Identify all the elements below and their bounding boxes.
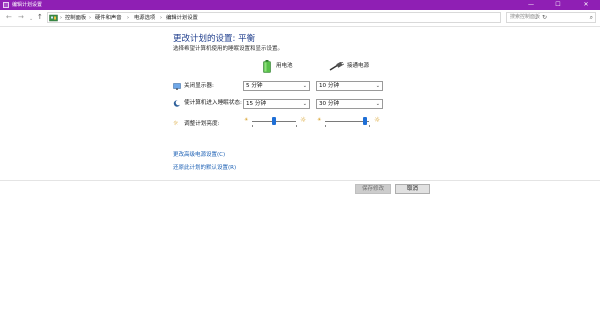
column-on-battery: 用电池 (276, 63, 293, 69)
battery-icon (263, 60, 271, 73)
save-changes-button[interactable]: 保存修改 (355, 184, 391, 194)
sleep-battery-select[interactable]: 15 分钟 ⌄ (243, 99, 310, 109)
search-input[interactable]: 搜索控制面板 ⌕ (506, 12, 596, 23)
chevron-down-icon: ⌄ (375, 101, 380, 107)
breadcrumb-separator: › (60, 15, 62, 21)
breadcrumb-hardware-sound[interactable]: 硬件和声音 (95, 14, 122, 22)
recent-locations-icon[interactable]: ⌄ (29, 15, 33, 24)
slider-tick (369, 125, 370, 127)
power-plug-icon (329, 62, 344, 71)
display-off-plugged-select[interactable]: 10 分钟 ⌄ (316, 81, 383, 91)
restore-defaults-link[interactable]: 还原此计划的默认设置(R) (173, 164, 236, 172)
chevron-down-icon: ⌄ (302, 83, 307, 89)
search-placeholder: 搜索控制面板 (510, 14, 541, 20)
minimize-button[interactable]: — (520, 0, 542, 10)
address-bar-row: ← → ⌄ ↑ › 控制面板 › 硬件和声音 › 电源选项 › 编辑计划设置 ⌄… (0, 10, 600, 27)
chevron-down-icon: ⌄ (375, 83, 380, 89)
search-icon[interactable]: ⌕ (590, 13, 593, 22)
page-subtitle: 选择希望计算机使用的睡眠设置和显示设置。 (173, 46, 284, 52)
slider-tick (296, 125, 297, 127)
bright-sun-icon: ☼ (374, 116, 381, 124)
column-plugged-in: 接通电源 (347, 63, 370, 69)
display-icon (173, 83, 181, 90)
slider-thumb[interactable] (272, 117, 276, 125)
close-button[interactable]: ✕ (575, 0, 597, 10)
breadcrumb-separator: › (160, 15, 162, 21)
page-title: 更改计划的设置: 平衡 (173, 34, 256, 44)
display-off-battery-select[interactable]: 5 分钟 ⌄ (243, 81, 310, 91)
forward-arrow-icon[interactable]: → (18, 13, 24, 22)
window-title: 编辑计划设置 (12, 2, 43, 8)
advanced-power-settings-link[interactable]: 更改高级电源设置(C) (173, 151, 225, 159)
display-off-plugged-value: 10 分钟 (319, 83, 340, 89)
sleep-battery-value: 15 分钟 (246, 101, 267, 107)
turn-off-display-label: 关闭显示器: (184, 83, 214, 89)
breadcrumb-separator: › (127, 15, 129, 21)
control-panel-icon (49, 14, 58, 22)
sleep-plugged-select[interactable]: 30 分钟 ⌄ (316, 99, 383, 109)
dim-sun-icon: ☀ (317, 117, 322, 123)
divider (0, 180, 600, 181)
maximize-button[interactable]: ☐ (547, 0, 569, 10)
breadcrumb-edit-plan[interactable]: 编辑计划设置 (166, 14, 198, 22)
chevron-down-icon: ⌄ (302, 101, 307, 107)
breadcrumb-control-panel[interactable]: 控制面板 (65, 14, 86, 22)
brightness-label: 调整计划亮度: (184, 121, 220, 127)
window-app-icon (3, 2, 9, 8)
bright-sun-icon: ☼ (300, 116, 307, 124)
sleep-label: 使计算机进入睡眠状态: (184, 100, 242, 106)
back-arrow-icon[interactable]: ← (6, 13, 12, 22)
breadcrumb-power-options[interactable]: 电源选项 (134, 14, 155, 22)
dim-sun-icon: ☀ (244, 117, 249, 123)
sleep-moon-icon (173, 100, 181, 107)
address-box[interactable]: › 控制面板 › 硬件和声音 › 电源选项 › 编辑计划设置 ⌄ ↻ (47, 12, 547, 23)
display-off-battery-value: 5 分钟 (246, 83, 263, 89)
up-arrow-icon[interactable]: ↑ (37, 13, 43, 22)
slider-thumb[interactable] (362, 117, 367, 125)
cancel-button[interactable]: 取消 (395, 184, 430, 194)
brightness-sun-icon: ☼ (173, 120, 179, 127)
slider-tick (252, 125, 253, 127)
slider-tick (325, 125, 326, 127)
breadcrumb-separator: › (89, 15, 91, 21)
sleep-plugged-value: 30 分钟 (319, 101, 340, 107)
title-bar: 编辑计划设置 — ☐ ✕ (0, 0, 600, 10)
